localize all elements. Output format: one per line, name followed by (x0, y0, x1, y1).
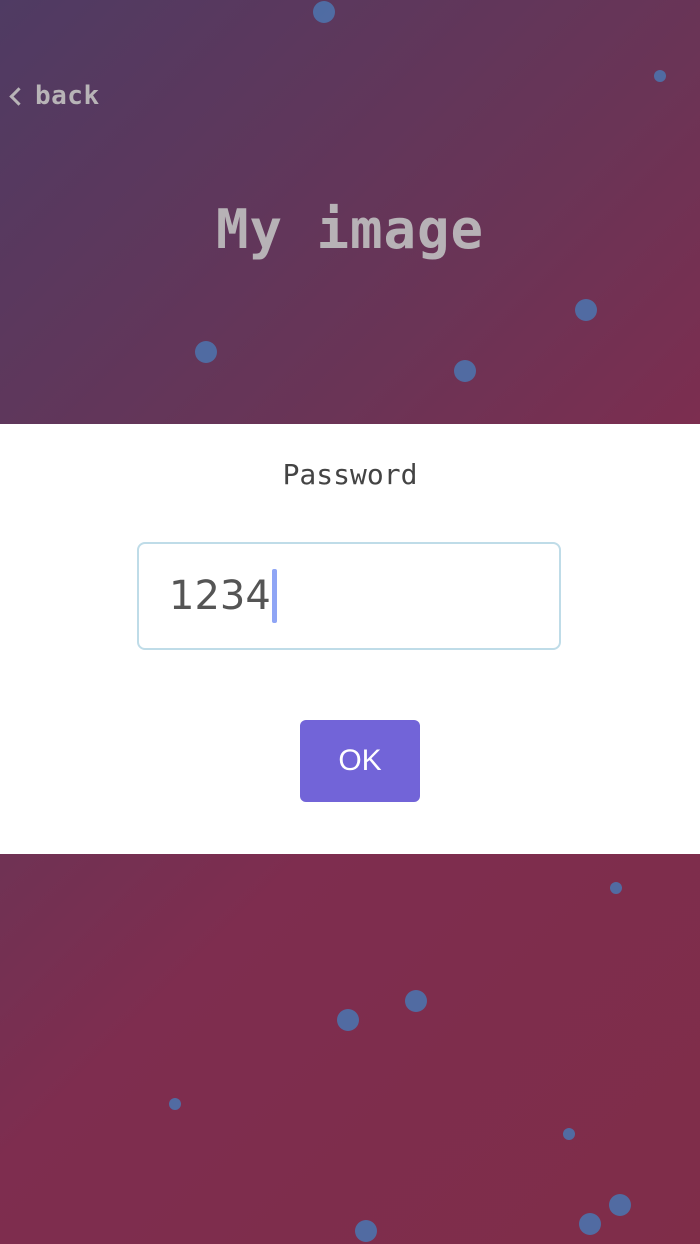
background-bubble (610, 882, 622, 894)
background-bubble (405, 990, 427, 1012)
chevron-left-icon (9, 86, 28, 106)
background-bubble (313, 1, 335, 23)
text-caret (271, 569, 277, 623)
dialog-title: Password (282, 458, 418, 491)
background-bubble (609, 1194, 631, 1216)
background-bubble (355, 1220, 377, 1242)
password-input[interactable]: 1234 (137, 542, 561, 650)
background-bubble (169, 1098, 181, 1110)
background-bubble (654, 70, 666, 82)
page-title: My image (215, 198, 485, 261)
background-bubble (563, 1128, 575, 1140)
background-bubble (575, 299, 597, 321)
background-bubble (454, 360, 476, 382)
back-button[interactable]: back (6, 78, 100, 114)
password-input-value: 1234 (169, 573, 271, 619)
back-button-label: back (35, 81, 100, 111)
background-bubble (195, 341, 217, 363)
background-bubble (579, 1213, 601, 1235)
ok-button[interactable]: OK (300, 720, 420, 802)
background-bubble (337, 1009, 359, 1031)
